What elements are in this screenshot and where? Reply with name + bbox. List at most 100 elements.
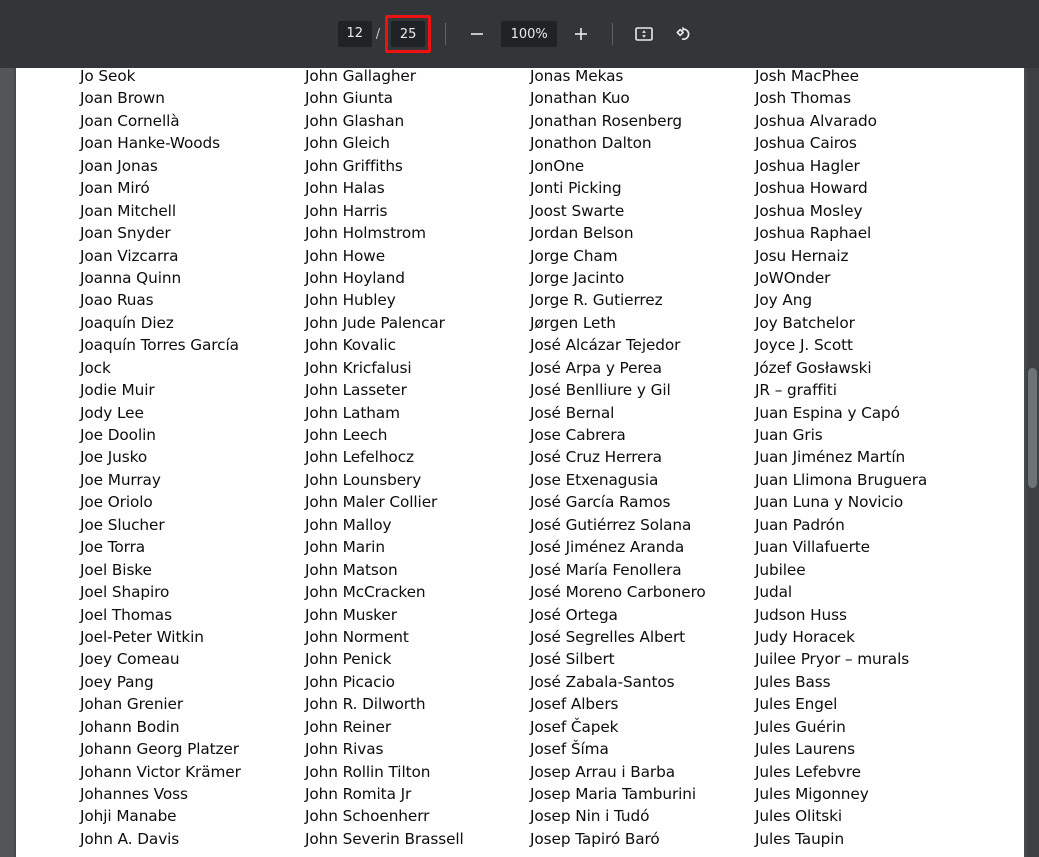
name-entry: John Rollin Tilton <box>305 762 431 781</box>
vertical-scrollbar[interactable] <box>1026 68 1039 857</box>
name-entry: John R. Dilworth <box>305 695 426 714</box>
name-entry: Joy Ang <box>755 291 812 310</box>
name-entry: Jørgen Leth <box>530 313 616 332</box>
name-entry: Juilee Pryor – murals <box>755 650 910 669</box>
name-entry: John Leech <box>305 426 388 444</box>
name-entry: Joe Torra <box>80 538 146 557</box>
name-entry: Jo Seok <box>80 68 136 85</box>
name-entry: Jordan Belson <box>530 224 634 243</box>
name-entry: Joan Jonas <box>80 156 158 175</box>
name-entry: John McCracken <box>305 583 426 602</box>
rotate-button[interactable] <box>667 17 701 51</box>
name-entry: John Severin Brassell <box>305 829 464 848</box>
name-entry: Josep Nin i Tudó <box>530 807 650 826</box>
name-entry: José Gutiérrez Solana <box>530 515 692 534</box>
name-entry: Joy Batchelor <box>755 313 855 332</box>
name-entry: Joe Oriolo <box>80 493 153 512</box>
name-entry: John Gleich <box>305 134 390 153</box>
name-entry: John Lefelhocz <box>305 448 414 467</box>
name-entry: Jody Lee <box>80 403 144 422</box>
zoom-out-button[interactable] <box>460 17 494 51</box>
name-entry: Josh MacPhee <box>755 68 859 85</box>
name-entry: Josep Maria Tamburini <box>530 785 697 803</box>
name-entry: Jules Guérin <box>755 717 846 736</box>
name-entry: John Malloy <box>305 515 392 534</box>
name-entry: Joan Cornellà <box>80 111 180 130</box>
name-entry: John Howe <box>305 246 386 265</box>
name-entry: Juan Gris <box>755 426 823 444</box>
name-entry: José Segrelles Albert <box>530 627 686 646</box>
name-entry: Józef Gosławski <box>755 358 872 377</box>
name-entry: José Cruz Herrera <box>530 448 662 467</box>
name-entry: Joe Jusko <box>80 448 148 467</box>
name-entry: Juan Jiménez Martín <box>755 448 906 467</box>
name-entry: Jorge R. Gutierrez <box>530 291 663 310</box>
name-entry: Jules Taupin <box>755 829 845 848</box>
name-entry: Juan Villafuerte <box>755 538 870 557</box>
name-entry: Judy Horacek <box>755 627 855 646</box>
name-entry: Jonathan Rosenberg <box>530 111 682 130</box>
name-entry: John Giunta <box>305 89 393 108</box>
name-entry: José Ortega <box>530 605 618 624</box>
total-pages-highlight-box: 25 <box>385 15 432 53</box>
name-entry: John Kricfalusi <box>305 358 412 377</box>
name-entry: John Picacio <box>305 672 395 691</box>
name-entry: Joe Slucher <box>80 515 165 534</box>
name-entry: Johannes Voss <box>80 785 188 803</box>
name-entry: John Lasseter <box>305 381 407 400</box>
name-entry: Jose Cabrera <box>530 426 626 444</box>
name-column-1: Jo Seok Joan Brown Joan Cornellà Joan Hanke… <box>80 68 305 850</box>
name-entry: JoWOnder <box>755 268 831 287</box>
name-entry: Jules Migonney <box>755 785 869 803</box>
name-entry: Johann Victor Krämer <box>80 762 241 781</box>
name-entry: Jorge Cham <box>530 246 618 265</box>
name-entry: Jonas Mekas <box>530 68 624 85</box>
name-entry: Joe Murray <box>80 470 161 489</box>
name-entry: Jules Olitski <box>755 807 843 826</box>
name-entry: John Latham <box>305 403 400 422</box>
name-entry: Johji Manabe <box>80 807 177 826</box>
name-entry: John Hubley <box>305 291 396 310</box>
name-entry: Joshua Raphael <box>755 224 872 243</box>
name-entry: John Halas <box>305 179 385 198</box>
zoom-in-button[interactable] <box>564 17 598 51</box>
name-entry: Juan Luna y Novicio <box>755 493 904 512</box>
fit-to-page-button[interactable] <box>627 17 661 51</box>
name-entry: Jules Lefebvre <box>755 762 861 781</box>
name-entry: Joao Ruas <box>80 291 154 310</box>
name-entry: Joan Hanke-Woods <box>80 134 221 153</box>
pdf-viewer-window: / 25 100% <box>0 0 1039 857</box>
zoom-level-value[interactable]: 100% <box>501 21 558 47</box>
name-entry: Joshua Cairos <box>755 134 857 153</box>
name-entry: Judal <box>755 583 793 602</box>
total-pages-label: 25 <box>391 21 426 47</box>
pdf-page-viewport[interactable]: Jo Seok Joan Brown Joan Cornellà Joan Hanke… <box>0 68 1039 857</box>
name-entry: Joey Comeau <box>80 650 180 669</box>
page-separator: / <box>375 26 381 42</box>
toolbar-divider-2 <box>612 23 614 45</box>
vertical-scrollbar-thumb[interactable] <box>1028 368 1037 488</box>
name-entry: Joan Miró <box>80 179 150 198</box>
fit-to-page-icon <box>635 27 653 41</box>
name-entry: Joel Shapiro <box>80 583 170 602</box>
name-entry: Joan Snyder <box>80 224 171 243</box>
name-entry: Joshua Hagler <box>755 156 860 175</box>
name-entry: John Schoenherr <box>305 807 430 826</box>
name-entry: Johann Bodin <box>80 717 180 736</box>
name-column-3: Jonas Mekas Jonathan Kuo Jonathan Rosenber… <box>530 68 755 850</box>
name-entry: Joel-Peter Witkin <box>80 627 204 646</box>
name-entry: Jules Engel <box>755 695 838 714</box>
name-entry: John Reiner <box>305 717 392 736</box>
name-entry: John A. Davis <box>80 829 180 848</box>
name-entry: Josep Arrau i Barba <box>530 762 675 781</box>
current-page-input[interactable] <box>337 21 372 47</box>
name-entry: José Jiménez Aranda <box>530 538 685 557</box>
name-entry: José Bernal <box>530 403 615 422</box>
name-entry: John Matson <box>305 560 398 579</box>
name-entry: José Benlliure y Gil <box>530 381 671 400</box>
name-entry: JR – graffiti <box>755 381 837 400</box>
name-entry: John Jude Palencar <box>305 313 445 332</box>
name-list-columns: Jo Seok Joan Brown Joan Cornellà Joan Hanke… <box>16 68 1024 850</box>
name-entry: José García Ramos <box>530 493 671 512</box>
name-column-4: Josh MacPhee Josh Thomas Joshua Alvarado Jo… <box>755 68 1015 850</box>
